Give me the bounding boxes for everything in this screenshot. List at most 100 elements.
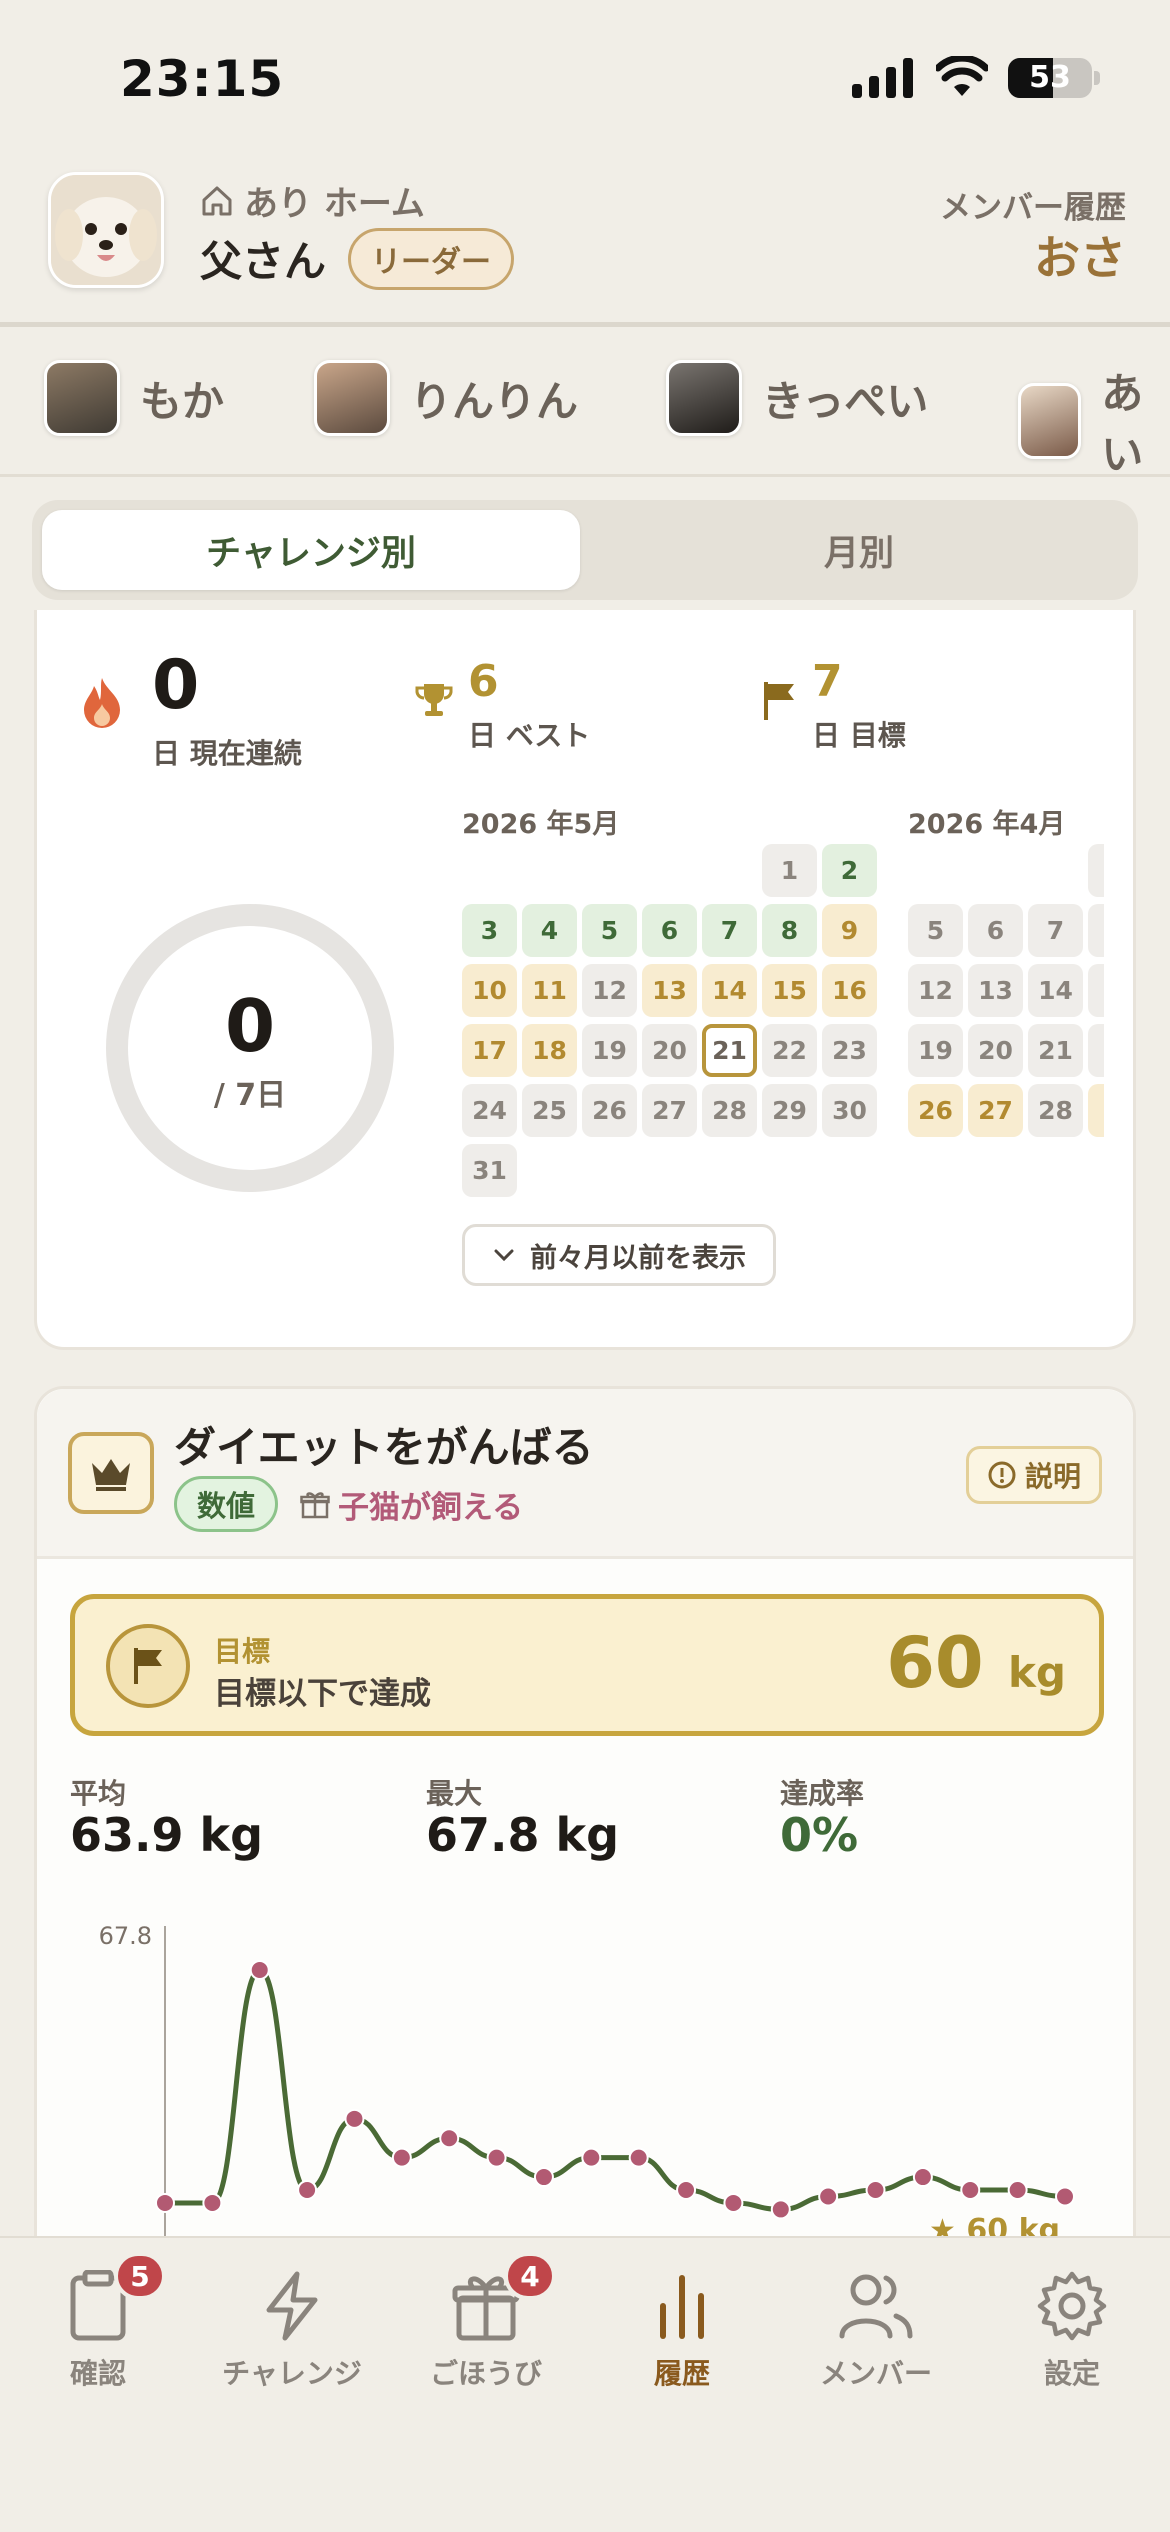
segment-by-month[interactable]: 月別 [590,510,1128,590]
show-previous-button[interactable]: 前々月以前を表示 [462,1224,776,1286]
calendar-day[interactable]: 6 [642,904,697,957]
crown-icon [68,1432,154,1514]
goal-number: 60 [886,1622,984,1704]
calendar-apr-title: 2026 年4月 [908,809,1066,840]
data-point[interactable] [818,2186,839,2207]
calendar-day[interactable]: 17 [462,1024,517,1077]
calendar-day[interactable]: 28 [1028,1084,1083,1137]
data-point[interactable] [533,2167,554,2188]
data-point[interactable] [155,2192,175,2213]
calendar-day[interactable]: 6 [968,904,1023,957]
calendar-day[interactable]: 24 [462,1084,517,1137]
calendar-day[interactable]: 19 [908,1024,963,1077]
data-point[interactable] [581,2147,602,2168]
metric-rate-value: 0% [780,1808,859,1862]
member-item-kippei[interactable]: きっぺい [666,360,928,436]
metric-average-value: 63.9 kg [70,1808,264,1862]
calendar-day[interactable]: 8 [762,904,817,957]
data-point[interactable] [297,2180,318,2200]
lightning-icon [266,2271,318,2341]
home-avatar[interactable] [48,172,164,288]
data-point[interactable] [676,2180,697,2200]
data-point[interactable] [249,1960,270,1980]
explain-button[interactable]: 説明 [966,1446,1103,1504]
data-point[interactable] [344,2108,365,2129]
calendar-day[interactable]: 27 [968,1084,1023,1137]
data-point[interactable] [912,2167,933,2188]
calendar-day[interactable]: 5 [582,904,637,957]
data-point[interactable] [865,2180,886,2200]
calendar-day[interactable]: 13 [968,964,1023,1017]
calendar-day[interactable]: 7 [702,904,757,957]
trophy-icon [415,684,453,716]
calendar-day[interactable]: 1 [762,844,817,897]
fire-icon [84,678,120,728]
ring-total: / 7日 [213,1078,287,1113]
data-point[interactable] [486,2147,507,2168]
calendar-day[interactable]: 16 [822,964,877,1017]
calendar-day[interactable]: 19 [582,1024,637,1077]
calendar-day[interactable]: 29 [762,1084,817,1137]
calendar-day[interactable]: 3 [462,904,517,957]
calendar-day[interactable]: 22 [762,1024,817,1077]
calendar-day[interactable]: 4 [522,904,577,957]
calendar-day[interactable]: 10 [462,964,517,1017]
calendar-day[interactable]: 21 [702,1024,757,1077]
data-point[interactable] [723,2192,744,2213]
calendar-day[interactable]: 12 [908,964,963,1017]
calendar-day[interactable]: 7 [1028,904,1083,957]
tab-challenge[interactable]: チャレンジ [212,2270,372,2392]
data-point[interactable] [439,2128,460,2149]
calendar-day[interactable]: 20 [642,1024,697,1077]
calendar-day[interactable]: 26 [582,1084,637,1137]
data-point[interactable] [770,2199,791,2220]
data-point[interactable] [391,2147,412,2168]
data-point[interactable] [1055,2186,1075,2207]
member-avatar [44,360,120,436]
tab-history[interactable]: 履歴 [602,2270,762,2392]
calendar-day[interactable]: 15 [762,964,817,1017]
streak-best-label: 日 ベスト [468,719,591,752]
member-item-rinrin[interactable]: りんりん [314,360,578,436]
tab-members[interactable]: メンバー [796,2270,956,2392]
calendar-day[interactable]: 9 [822,904,877,957]
calendar-day[interactable]: 20 [968,1024,1023,1077]
calendar-day[interactable]: 27 [642,1084,697,1137]
segment-by-challenge[interactable]: チャレンジ別 [42,510,580,590]
calendar-day[interactable]: 11 [522,964,577,1017]
calendar-day[interactable]: 23 [822,1024,877,1077]
calendar-may-title: 2026 年5月 [462,809,620,840]
info-icon [988,1461,1016,1489]
calendar-day[interactable]: 31 [462,1144,517,1197]
goal-unit: kg [1008,1648,1066,1697]
calendar-day[interactable]: 2 [822,844,877,897]
member-item-moka[interactable]: もか [44,360,224,436]
member-history-label[interactable]: メンバー履歴 [940,182,1126,227]
battery-level: 53 [1029,60,1071,95]
data-point[interactable] [202,2192,223,2213]
streak-current-value: 0 [152,646,200,725]
member-item-ai[interactable]: あい [1018,360,1170,482]
data-point[interactable] [628,2147,649,2168]
member-history-value[interactable]: おさ [1034,222,1126,288]
calendar-day[interactable]: 28 [702,1084,757,1137]
streak-goal-value: 7 [812,656,843,707]
calendar-day[interactable]: 21 [1028,1024,1083,1077]
goal-description: 目標以下で達成 [214,1676,431,1712]
calendar-day[interactable]: 25 [522,1084,577,1137]
calendar-day[interactable]: 14 [1028,964,1083,1017]
data-point[interactable] [1007,2180,1028,2200]
calendar-day[interactable]: 26 [908,1084,963,1137]
tab-confirm[interactable]: 5 確認 [18,2252,178,2392]
calendar-day[interactable]: 30 [822,1084,877,1137]
tab-rewards[interactable]: 4 ごほうび [406,2252,566,2392]
data-point[interactable] [960,2180,981,2200]
calendar-day[interactable]: 13 [642,964,697,1017]
calendar-day[interactable]: 12 [582,964,637,1017]
tab-settings[interactable]: 設定 [992,2270,1152,2392]
calendar-day[interactable]: 5 [908,904,963,957]
calendar-day[interactable]: 18 [522,1024,577,1077]
member-name: きっぺい [762,376,929,426]
metric-average-label: 平均 [70,1777,127,1810]
calendar-day[interactable]: 14 [702,964,757,1017]
